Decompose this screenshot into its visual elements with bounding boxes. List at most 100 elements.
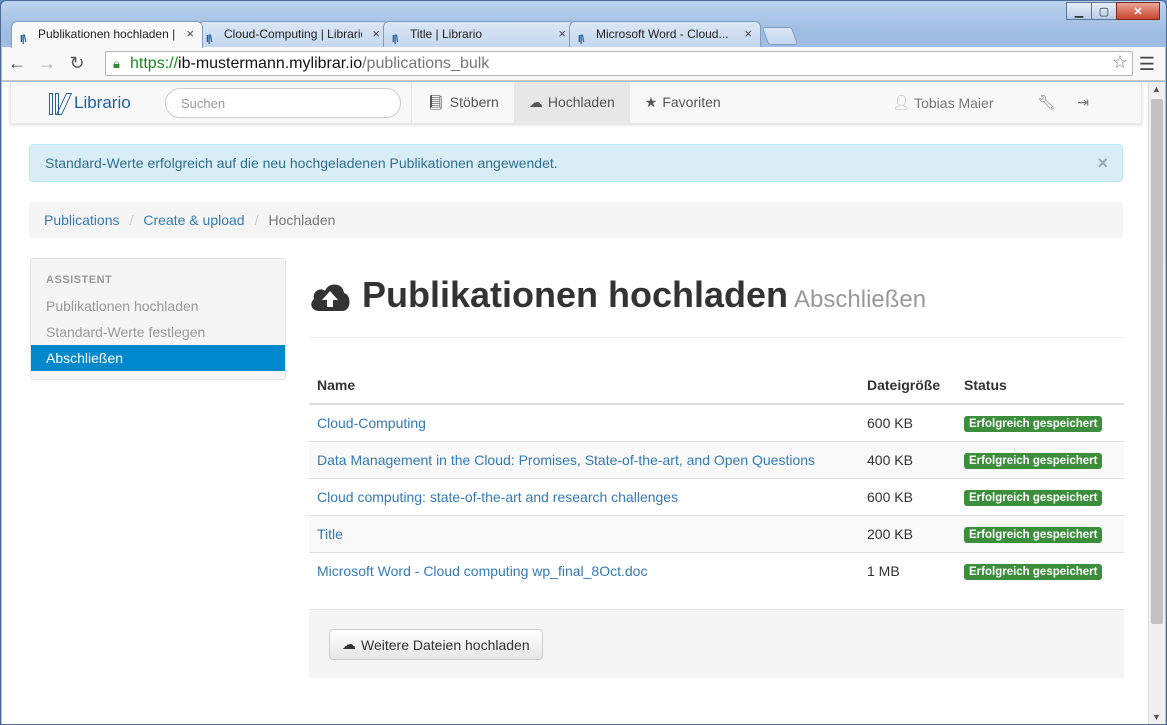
success-alert: Standard-Werte erfolgreich auf die neu h… — [29, 144, 1123, 182]
scrollbar-thumb[interactable] — [1151, 99, 1163, 624]
url-host: ib-mustermann.mylibrar.io — [178, 55, 363, 72]
browser-toolbar: ← → ↻ 🔒︎ https://ib-mustermann.mylibrar.… — [2, 47, 1165, 81]
browser-tab-3[interactable]: I|\ Title | Librario × — [383, 21, 575, 47]
minimize-button[interactable]: ▁ — [1066, 2, 1092, 20]
upload-results-table: Name Dateigröße Status Cloud-Computing 6… — [309, 367, 1124, 589]
breadcrumb: Publications / Create & upload / Hochlad… — [29, 202, 1123, 238]
user-icon: 👤︎ — [892, 94, 911, 110]
alert-close-icon[interactable]: × — [1097, 145, 1108, 181]
page-viewport: Librario 📘︎ Stöbern ☁ Hochladen ★ Favori… — [2, 82, 1165, 724]
column-header-status: Status — [956, 367, 1124, 405]
forward-arrow-icon[interactable]: → — [32, 53, 62, 74]
nav-item-favoriten[interactable]: ★ Favoriten — [630, 82, 736, 123]
breadcrumb-current: Hochladen — [268, 212, 336, 228]
nav-right: 👤︎ Tobias Maier 🔧︎ ⇥ — [892, 82, 1089, 123]
publication-link[interactable]: Cloud-Computing — [317, 415, 426, 431]
breadcrumb-separator: / — [254, 212, 259, 228]
browser-tab-4[interactable]: I|\ Microsoft Word - Cloud... × — [569, 21, 761, 47]
address-bar[interactable]: 🔒︎ https://ib-mustermann.mylibrar.io/pub… — [105, 51, 1133, 76]
publication-link[interactable]: Data Management in the Cloud: Promises, … — [317, 452, 815, 468]
sidebar-item-finish[interactable]: Abschließen — [31, 345, 285, 371]
status-badge: Erfolgreich gespeichert — [964, 526, 1103, 543]
new-tab-button[interactable] — [761, 27, 799, 45]
reload-icon[interactable]: ↻ — [62, 53, 92, 74]
status-badge: Erfolgreich gespeichert — [964, 452, 1103, 469]
scroll-up-arrow-icon[interactable]: ▲ — [1152, 84, 1161, 94]
sidebar-item-defaults[interactable]: Standard-Werte festlegen — [31, 319, 285, 345]
nav-item-label: Stöbern — [449, 94, 499, 110]
librario-favicon-icon: I|\ — [578, 34, 584, 45]
tab-close-icon[interactable]: × — [372, 22, 380, 46]
book-icon: 📘︎ — [427, 94, 445, 110]
nav-item-label: Favoriten — [662, 94, 721, 110]
breadcrumb-create-upload[interactable]: Create & upload — [143, 202, 244, 238]
tab-close-icon[interactable]: × — [186, 22, 194, 46]
upload-more-label: Weitere Dateien hochladen — [361, 636, 530, 653]
nav-item-label: Hochladen — [547, 94, 615, 110]
file-size: 600 KB — [859, 477, 956, 515]
browser-window: ▁ ▢ ✕ I|\ Publikationen hochladen | Li ×… — [0, 0, 1167, 725]
user-name: Tobias Maier — [914, 94, 994, 111]
breadcrumb-separator: / — [129, 212, 134, 228]
url-scheme: https:// — [130, 55, 179, 72]
table-row: Data Management in the Cloud: Promises, … — [309, 440, 1124, 478]
wizard-sidebar: ASSISTENT Publikationen hochladen Standa… — [30, 258, 286, 380]
upload-more-button[interactable]: ☁ Weitere Dateien hochladen — [329, 629, 543, 660]
star-icon: ★ — [644, 94, 658, 110]
status-badge: Erfolgreich gespeichert — [964, 489, 1103, 506]
tab-title: Microsoft Word - Cloud... — [596, 27, 729, 41]
publication-link[interactable]: Cloud computing: state-of-the-art and re… — [317, 489, 678, 505]
column-header-size: Dateigröße — [859, 367, 956, 405]
page-header: Publikationen hochladen Abschließen — [309, 274, 1124, 338]
librario-favicon-icon: I|\ — [20, 34, 26, 45]
maximize-button[interactable]: ▢ — [1091, 2, 1117, 20]
cloud-upload-icon: ☁ — [342, 636, 356, 652]
table-row: Title 200 KB Erfolgreich gespeichert — [309, 514, 1124, 552]
user-menu[interactable]: 👤︎ Tobias Maier — [892, 94, 993, 111]
tab-close-icon[interactable]: × — [744, 22, 752, 46]
close-window-button[interactable]: ✕ — [1116, 2, 1160, 20]
status-badge: Erfolgreich gespeichert — [964, 415, 1103, 432]
publication-link[interactable]: Microsoft Word - Cloud computing wp_fina… — [317, 563, 647, 579]
window-controls: ▁ ▢ ✕ — [1066, 2, 1160, 20]
file-size: 1 MB — [859, 551, 956, 589]
table-header-row: Name Dateigröße Status — [309, 367, 1124, 405]
librario-favicon-icon: I|\ — [392, 34, 398, 45]
sidebar-item-upload[interactable]: Publikationen hochladen — [31, 293, 285, 319]
column-header-name: Name — [309, 367, 859, 405]
brand-logo[interactable]: Librario — [49, 90, 131, 116]
scroll-down-arrow-icon[interactable]: ▼ — [1152, 712, 1161, 722]
lock-icon: 🔒︎ — [113, 56, 120, 71]
librario-favicon-icon: I|\ — [206, 34, 212, 45]
alert-text: Standard-Werte erfolgreich auf die neu h… — [45, 155, 558, 171]
sign-out-icon[interactable]: ⇥ — [1077, 94, 1089, 111]
table-row: Cloud computing: state-of-the-art and re… — [309, 477, 1124, 515]
browser-tab-2[interactable]: I|\ Cloud-Computing | Librario × — [197, 21, 389, 47]
publication-link[interactable]: Title — [317, 526, 343, 542]
tab-title: Title | Librario — [410, 27, 483, 41]
file-size: 600 KB — [859, 403, 956, 441]
browser-menu-icon[interactable]: ☰ — [1139, 54, 1155, 75]
tab-close-icon[interactable]: × — [558, 22, 566, 46]
search-input[interactable] — [165, 88, 401, 118]
brand-name: Librario — [74, 93, 131, 112]
vertical-scrollbar[interactable]: ▲ ▼ — [1148, 82, 1165, 724]
breadcrumb-publications[interactable]: Publications — [44, 202, 120, 238]
page-title-text: Publikationen hochladen — [362, 274, 789, 315]
page-subtitle: Abschließen — [794, 286, 927, 313]
sidebar-heading: ASSISTENT — [46, 274, 113, 286]
wrench-icon[interactable]: 🔧︎ — [1037, 94, 1055, 111]
page-title: Publikationen hochladen Abschließen — [362, 274, 926, 316]
tab-title: Cloud-Computing | Librario — [224, 27, 362, 41]
form-actions-panel: ☁ Weitere Dateien hochladen — [309, 609, 1124, 678]
file-size: 400 KB — [859, 440, 956, 478]
nav-item-hochladen[interactable]: ☁ Hochladen — [513, 82, 630, 123]
nav-item-stoebern[interactable]: 📘︎ Stöbern — [412, 82, 514, 123]
table-row: Microsoft Word - Cloud computing wp_fina… — [309, 551, 1124, 589]
bookmark-star-icon[interactable]: ☆ — [1112, 51, 1128, 74]
browser-tab-1[interactable]: I|\ Publikationen hochladen | Li × — [11, 21, 203, 48]
main-nav: 📘︎ Stöbern ☁ Hochladen ★ Favoriten — [411, 82, 736, 123]
tab-strip: I|\ Publikationen hochladen | Li × I|\ C… — [11, 21, 799, 48]
status-badge: Erfolgreich gespeichert — [964, 563, 1103, 580]
back-arrow-icon[interactable]: ← — [2, 53, 32, 74]
